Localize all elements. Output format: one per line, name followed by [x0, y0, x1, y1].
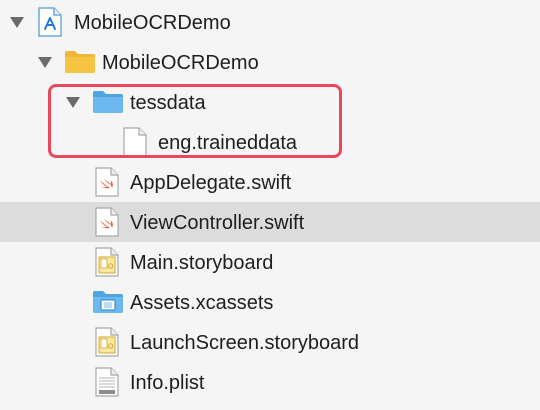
disclosure-triangle-icon[interactable]	[10, 17, 24, 28]
file-name: eng.traineddata	[158, 132, 298, 154]
group-name: MobileOCRDemo	[102, 52, 259, 74]
storyboard-icon	[95, 247, 119, 282]
file-name: ViewController.swift	[130, 212, 305, 234]
swift-file-icon	[95, 207, 119, 242]
blue-folder-icon	[92, 90, 124, 119]
project-name: MobileOCRDemo	[74, 12, 231, 34]
tree-row-project[interactable]: MobileOCRDemo	[0, 2, 540, 42]
document-icon	[123, 127, 147, 162]
xcode-project-icon	[38, 7, 62, 42]
file-name: Info.plist	[130, 372, 205, 394]
tree-row-assets[interactable]: Assets.xcassets	[0, 282, 540, 322]
file-name: AppDelegate.swift	[130, 172, 292, 194]
file-name: Main.storyboard	[130, 252, 274, 274]
tree-row-group[interactable]: MobileOCRDemo	[0, 42, 540, 82]
swift-file-icon	[95, 167, 119, 202]
tree-row-tessdata[interactable]: tessdata	[0, 82, 540, 122]
disclosure-triangle-icon[interactable]	[38, 57, 52, 68]
tree-row-viewcontroller[interactable]: ViewController.swift	[0, 202, 540, 242]
folder-name: tessdata	[130, 92, 206, 114]
tree-row-info-plist[interactable]: Info.plist	[0, 362, 540, 402]
project-navigator: MobileOCRDemo MobileOCRDemo tessdata eng…	[0, 0, 540, 410]
plist-icon	[95, 367, 119, 402]
storyboard-icon	[95, 327, 119, 362]
tree-row-launchscreen[interactable]: LaunchScreen.storyboard	[0, 322, 540, 362]
tree-row-main-storyboard[interactable]: Main.storyboard	[0, 242, 540, 282]
tree-row-appdelegate[interactable]: AppDelegate.swift	[0, 162, 540, 202]
tree-row-traineddata[interactable]: eng.traineddata	[0, 122, 540, 162]
file-name: LaunchScreen.storyboard	[130, 332, 360, 354]
file-name: Assets.xcassets	[130, 292, 274, 314]
asset-catalog-icon	[92, 290, 124, 319]
folder-icon	[64, 50, 96, 79]
disclosure-triangle-icon[interactable]	[66, 97, 80, 108]
